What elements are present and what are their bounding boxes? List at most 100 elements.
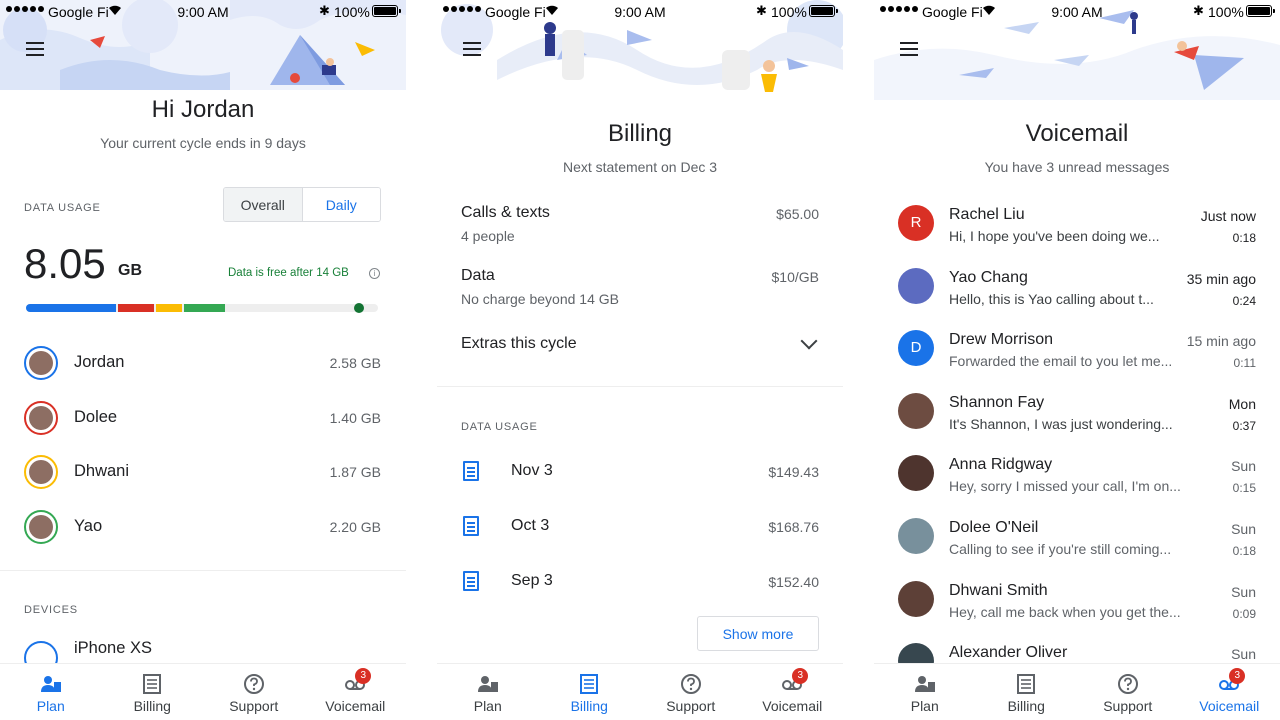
message-duration: 0:15 — [1232, 481, 1256, 496]
voicemail-item[interactable]: R Rachel Liu Hi, I hope you've been doing … — [874, 203, 1280, 261]
nav-billing[interactable]: Billing — [539, 664, 641, 720]
document-icon — [463, 516, 479, 536]
nav-support[interactable]: Support — [640, 664, 742, 720]
member-row[interactable]: Dhwani 1.87 GB — [0, 455, 406, 505]
usage-unit: GB — [118, 262, 142, 279]
avatar — [24, 455, 58, 489]
data-row[interactable]: Data No charge beyond 14 GB $10/GB — [461, 267, 819, 307]
row-value: $65.00 — [776, 206, 819, 222]
statement-amount: $152.40 — [768, 574, 819, 590]
overall-toggle-button[interactable]: Overall — [224, 188, 303, 221]
voicemail-item[interactable]: Shannon Fay It's Shannon, I was just wond… — [874, 391, 1280, 449]
bottom-nav: Plan Billing Support 3 Voicemail — [437, 663, 843, 720]
device-name[interactable]: iPhone XS — [74, 639, 152, 658]
member-row[interactable]: Yao 2.20 GB — [0, 510, 406, 560]
message-preview: Calling to see if you're still coming... — [949, 541, 1172, 557]
statement-row[interactable]: Sep 3 $152.40 — [461, 570, 819, 600]
row-label: Calls & texts — [461, 204, 550, 221]
nav-plan[interactable]: Plan — [437, 664, 539, 720]
voicemail-item[interactable]: Yao Chang Hello, this is Yao calling abou… — [874, 266, 1280, 324]
voicemail-item[interactable]: Anna Ridgway Hey, sorry I missed your cal… — [874, 453, 1280, 511]
free-data-note: Data is free after 14 GB — [228, 267, 349, 279]
notification-badge: 3 — [355, 668, 372, 684]
support-icon — [1117, 673, 1139, 695]
message-time: 35 min ago — [1186, 270, 1256, 287]
daily-toggle-button[interactable]: Daily — [302, 188, 380, 221]
status-bar: Google Fi 9:00 AM ✱ 100% — [0, 0, 406, 22]
avatar — [24, 346, 58, 380]
usage-bar-segment — [26, 304, 116, 312]
nav-plan[interactable]: Plan — [0, 664, 102, 720]
voicemail-item[interactable]: Dhwani Smith Hey, call me back when you g… — [874, 579, 1280, 637]
nav-label: Billing — [133, 698, 171, 714]
show-more-button[interactable]: Show more — [697, 616, 819, 651]
caller-name: Drew Morrison — [949, 331, 1054, 349]
usage-value: 8.05 — [24, 240, 106, 287]
avatar: D — [898, 330, 934, 367]
usage-bar-segment — [184, 304, 225, 312]
avatar — [898, 267, 934, 304]
billing-icon — [141, 673, 163, 695]
devices-label: DEVICES — [24, 604, 78, 616]
member-name: Dhwani — [74, 462, 130, 480]
document-icon — [463, 571, 479, 591]
statement-amount: $168.76 — [768, 519, 819, 535]
nav-label: Voicemail — [1199, 698, 1260, 714]
nav-label: Voicemail — [762, 698, 823, 714]
billing-screen: Google Fi 9:00 AM ✱ 100% Billing Next st… — [437, 0, 843, 720]
nav-label: Billing — [570, 698, 608, 714]
message-preview: Hi, I hope you've been doing we... — [949, 228, 1160, 244]
avatar — [898, 455, 934, 492]
avatar — [898, 392, 934, 429]
support-icon — [680, 673, 702, 695]
page-title: Voicemail — [1025, 120, 1129, 147]
nav-support[interactable]: Support — [203, 664, 305, 720]
message-time: Mon — [1228, 395, 1256, 412]
calls-texts-row[interactable]: Calls & texts 4 people $65.00 — [461, 204, 819, 244]
menu-button[interactable] — [463, 42, 483, 58]
nav-billing[interactable]: Billing — [102, 664, 204, 720]
nav-plan[interactable]: Plan — [874, 664, 976, 720]
nav-voicemail[interactable]: 3 Voicemail — [1179, 664, 1280, 720]
page-subtitle: Your current cycle ends in 9 days — [100, 135, 306, 151]
caller-name: Alexander Oliver — [949, 644, 1068, 662]
message-duration: 0:18 — [1232, 544, 1256, 558]
statement-row[interactable]: Oct 3 $168.76 — [461, 515, 819, 545]
extras-label: Extras this cycle — [461, 335, 577, 352]
avatar — [898, 580, 934, 617]
caller-name: Rachel Liu — [949, 206, 1025, 223]
voicemail-item[interactable]: Dolee O'Neil Calling to see if you're sti… — [874, 516, 1280, 574]
nav-label: Plan — [473, 698, 502, 714]
message-preview: Hey, sorry I missed your call, I'm on... — [949, 478, 1181, 495]
extras-row[interactable]: Extras this cycle — [461, 335, 819, 353]
nav-support[interactable]: Support — [1077, 664, 1179, 720]
statement-row[interactable]: Nov 3 $149.43 — [461, 460, 819, 490]
status-bar: Google Fi 9:00 AM ✱ 100% — [874, 0, 1280, 22]
statement-date: Sep 3 — [511, 572, 553, 589]
message-preview: Forwarded the email to you let me... — [949, 353, 1173, 370]
nav-label: Plan — [910, 698, 939, 714]
plan-icon — [40, 673, 62, 695]
nav-label: Plan — [36, 698, 65, 714]
usage-bar-segment — [117, 304, 155, 312]
usage-bar — [26, 303, 378, 313]
battery-percent: 100% — [771, 4, 807, 20]
menu-button[interactable] — [26, 42, 46, 58]
menu-button[interactable] — [900, 42, 920, 58]
message-time: Sun — [1231, 583, 1256, 600]
nav-voicemail[interactable]: 3 Voicemail — [742, 664, 844, 720]
statement-date: Oct 3 — [511, 517, 550, 534]
usage-view-toggle: Overall Daily — [223, 187, 381, 222]
nav-billing[interactable]: Billing — [976, 664, 1078, 720]
nav-voicemail[interactable]: 3 Voicemail — [305, 664, 407, 720]
avatar: R — [898, 205, 934, 241]
message-time: Sun — [1231, 458, 1256, 475]
member-row[interactable]: Dolee 1.40 GB — [0, 401, 406, 451]
caller-name: Dhwani Smith — [949, 581, 1048, 599]
info-icon[interactable]: i — [369, 268, 380, 279]
message-preview: Hey, call me back when you get the... — [949, 603, 1181, 620]
voicemail-item[interactable]: D Drew Morrison Forwarded the email to you… — [874, 328, 1280, 386]
member-row[interactable]: Jordan 2.58 GB — [0, 346, 406, 396]
row-sublabel: 4 people — [461, 228, 515, 244]
nav-label: Support — [1103, 698, 1153, 714]
